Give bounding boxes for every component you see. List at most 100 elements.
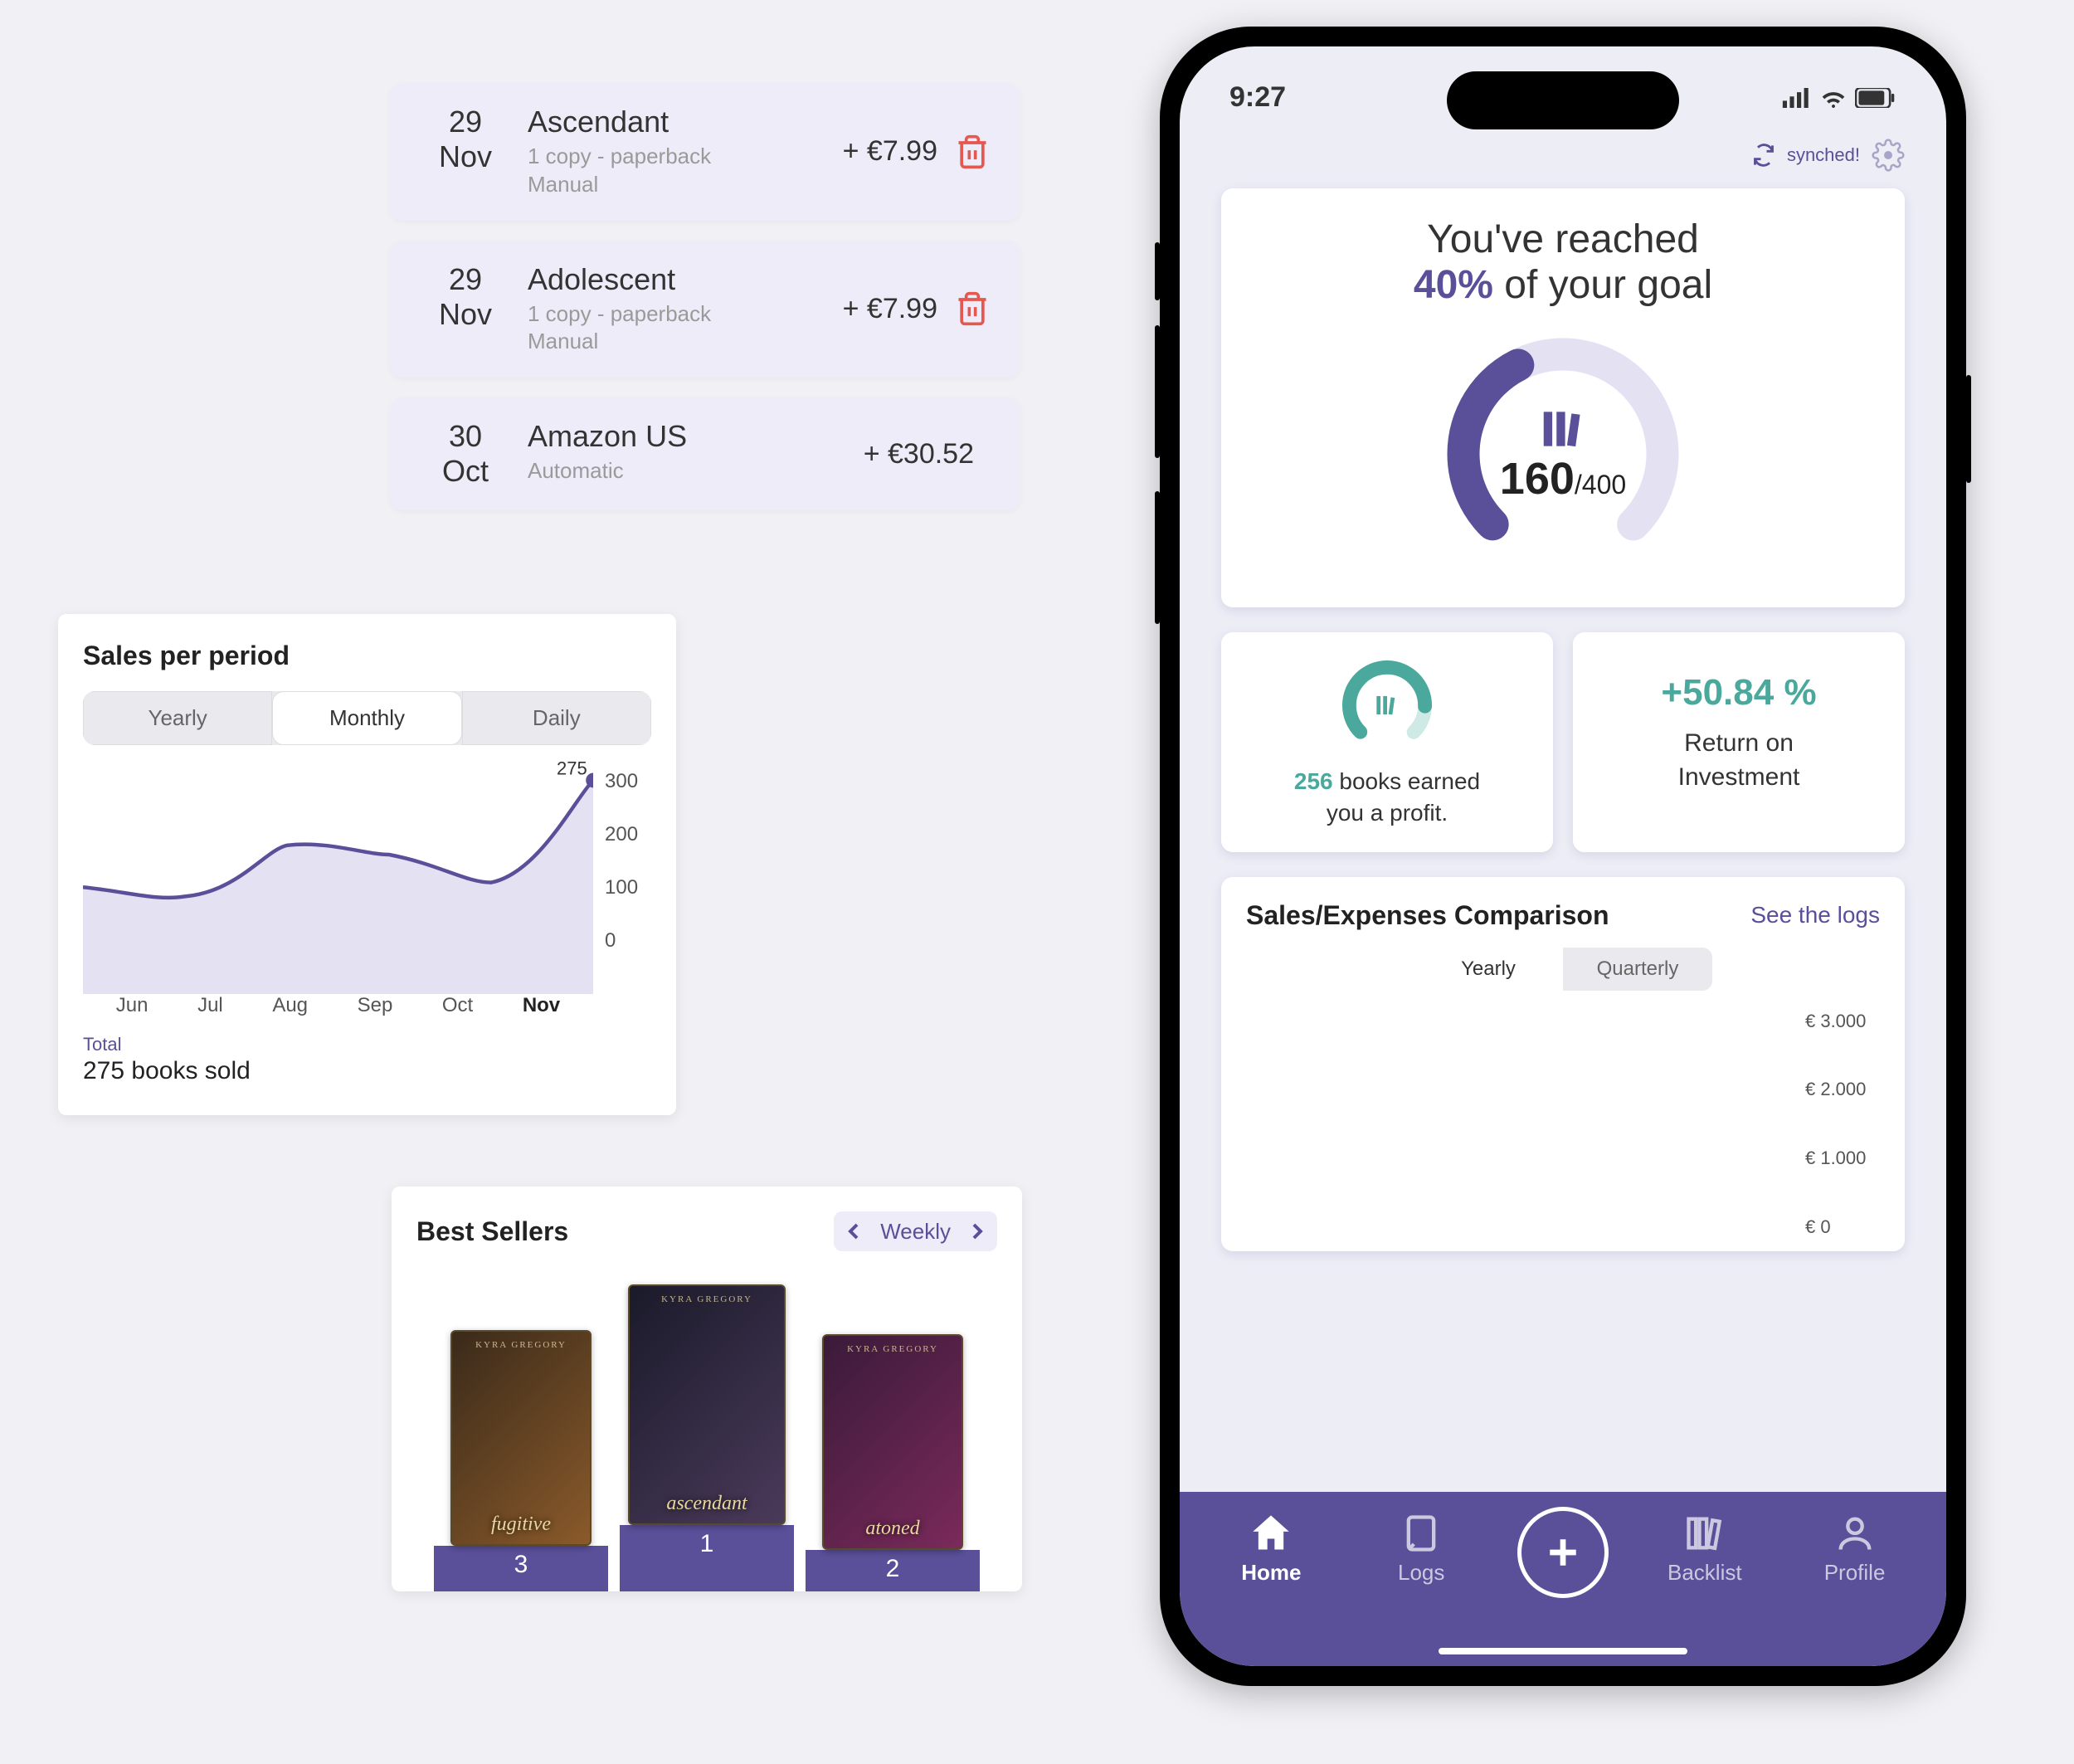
goal-line: 40% of your goal: [1238, 262, 1888, 308]
logs-icon: [1400, 1512, 1443, 1555]
status-time: 9:27: [1229, 81, 1286, 114]
profit-count: 256: [1294, 768, 1333, 794]
sync-row: synched!: [1180, 130, 1946, 188]
period-picker: Weekly: [834, 1211, 997, 1251]
tx-sub: Automatic: [528, 457, 864, 485]
podium: KYRA GREGORY fugitive 3 KYRA GREGORY asc…: [416, 1276, 997, 1591]
profit-text: 256 books earned you a profit.: [1234, 766, 1540, 829]
podium-step: 2: [806, 1550, 980, 1591]
battery-icon: [1855, 88, 1896, 108]
roi-value: +50.84 %: [1586, 672, 1891, 714]
nav-profile[interactable]: Profile: [1801, 1512, 1909, 1586]
nav-add-button[interactable]: [1517, 1507, 1609, 1598]
x-tick: Sep: [358, 994, 393, 1017]
podium-second[interactable]: KYRA GREGORY atoned 2: [806, 1334, 980, 1591]
sync-text: synched!: [1787, 144, 1860, 166]
goal-ring: 160/400: [1439, 329, 1687, 578]
bar-chart: € 3.000 € 2.000 € 1.000 € 0: [1246, 1011, 1880, 1243]
chart-y-axis: 300 200 100 0: [593, 762, 651, 994]
phone-screen: 9:27 synched! You've reached 40% of your…: [1180, 46, 1946, 1666]
tx-day: 30: [420, 419, 511, 454]
profit-text-part: books earned: [1333, 768, 1480, 794]
profit-text-part: you a profit.: [1327, 800, 1448, 826]
x-tick: Jun: [116, 994, 148, 1017]
tx-sub: 1 copy - paperback: [528, 300, 843, 329]
chevron-left-icon[interactable]: [840, 1218, 867, 1245]
y-tick: € 3.000: [1805, 1011, 1866, 1032]
tx-amount: + €30.52: [864, 438, 991, 470]
segment-daily[interactable]: Daily: [462, 691, 651, 745]
bars-y-axis: € 3.000 € 2.000 € 1.000 € 0: [1797, 1011, 1880, 1243]
x-tick: Aug: [272, 994, 308, 1017]
bottom-nav: Home Logs Backlist Profile: [1180, 1492, 1946, 1666]
segment-monthly[interactable]: Monthly: [272, 691, 461, 745]
y-tick: 100: [605, 876, 638, 899]
chart-x-axis: Jun Jul Aug Sep Oct Nov: [83, 994, 651, 1017]
signal-icon: [1782, 88, 1812, 108]
book-title: atoned: [865, 1518, 919, 1540]
tx-day: 29: [420, 262, 511, 297]
y-tick: € 1.000: [1805, 1148, 1866, 1169]
nav-label: Profile: [1824, 1560, 1886, 1586]
tx-title: Amazon US: [528, 419, 864, 454]
book-title: fugitive: [491, 1513, 551, 1536]
se-segment-control: Yearly Quarterly: [1414, 948, 1712, 991]
book-title: ascendant: [666, 1493, 747, 1515]
tx-amount: + €7.99: [843, 293, 954, 325]
tx-day: 29: [420, 105, 511, 139]
sales-line-chart: 275 300 200 100 0: [83, 762, 651, 994]
card-title: Best Sellers: [416, 1216, 568, 1247]
book-author: KYRA GREGORY: [847, 1344, 938, 1354]
y-tick: € 2.000: [1805, 1079, 1866, 1100]
tx-month: Nov: [420, 297, 511, 332]
chevron-right-icon[interactable]: [964, 1218, 991, 1245]
sales-per-period-card: Sales per period Yearly Monthly Daily 27…: [58, 614, 676, 1115]
delete-icon[interactable]: [954, 290, 991, 327]
period-label: Weekly: [874, 1219, 957, 1245]
sync-icon[interactable]: [1752, 144, 1775, 167]
nav-label: Logs: [1398, 1560, 1444, 1586]
roi-label: Return onInvestment: [1586, 727, 1891, 794]
transaction-card[interactable]: 29 Nov Ascendant 1 copy - paperback Manu…: [390, 83, 1020, 221]
gear-icon[interactable]: [1872, 139, 1905, 172]
podium-step: 1: [620, 1525, 794, 1591]
roi-card: +50.84 % Return onInvestment: [1573, 632, 1905, 852]
y-tick: € 0: [1805, 1216, 1831, 1238]
nav-home[interactable]: Home: [1217, 1512, 1325, 1586]
total-value: 275 books sold: [83, 1057, 651, 1085]
y-tick: 0: [605, 929, 616, 953]
segment-yearly[interactable]: Yearly: [1414, 948, 1563, 991]
nav-logs[interactable]: Logs: [1367, 1512, 1475, 1586]
delete-icon[interactable]: [954, 134, 991, 170]
profit-card: 256 books earned you a profit.: [1221, 632, 1553, 852]
best-sellers-card: Best Sellers Weekly KYRA GREGORY fugitiv…: [392, 1187, 1022, 1591]
tx-details: Amazon US Automatic: [511, 419, 864, 485]
podium-first[interactable]: KYRA GREGORY ascendant 1: [620, 1284, 794, 1591]
segment-yearly[interactable]: Yearly: [83, 691, 272, 745]
book-author: KYRA GREGORY: [475, 1340, 567, 1350]
books-icon: [1537, 403, 1589, 455]
tx-sub: 1 copy - paperback: [528, 143, 843, 171]
see-logs-link[interactable]: See the logs: [1750, 902, 1880, 928]
tx-sub: Manual: [528, 171, 843, 199]
x-tick: Jul: [197, 994, 223, 1017]
backlist-icon: [1683, 1512, 1726, 1555]
sales-expenses-card: Sales/Expenses Comparison See the logs Y…: [1221, 877, 1905, 1251]
nav-label: Backlist: [1667, 1560, 1742, 1586]
goal-pct: 40%: [1414, 263, 1493, 307]
y-tick: 200: [605, 823, 638, 846]
transaction-card[interactable]: 30 Oct Amazon US Automatic + €30.52: [390, 397, 1020, 510]
segment-quarterly[interactable]: Quarterly: [1563, 948, 1712, 991]
transaction-card[interactable]: 29 Nov Adolescent 1 copy - paperback Man…: [390, 241, 1020, 378]
nav-backlist[interactable]: Backlist: [1651, 1512, 1759, 1586]
books-icon: [1371, 690, 1403, 721]
book-author: KYRA GREGORY: [661, 1294, 752, 1304]
tx-sub: Manual: [528, 328, 843, 356]
home-indicator[interactable]: [1439, 1648, 1687, 1654]
tx-title: Adolescent: [528, 262, 843, 297]
transaction-date: 29 Nov: [420, 105, 511, 174]
book-cover: KYRA GREGORY fugitive: [450, 1330, 592, 1546]
rank: 2: [886, 1555, 900, 1591]
book-cover: KYRA GREGORY ascendant: [628, 1284, 786, 1525]
podium-third[interactable]: KYRA GREGORY fugitive 3: [434, 1330, 608, 1591]
